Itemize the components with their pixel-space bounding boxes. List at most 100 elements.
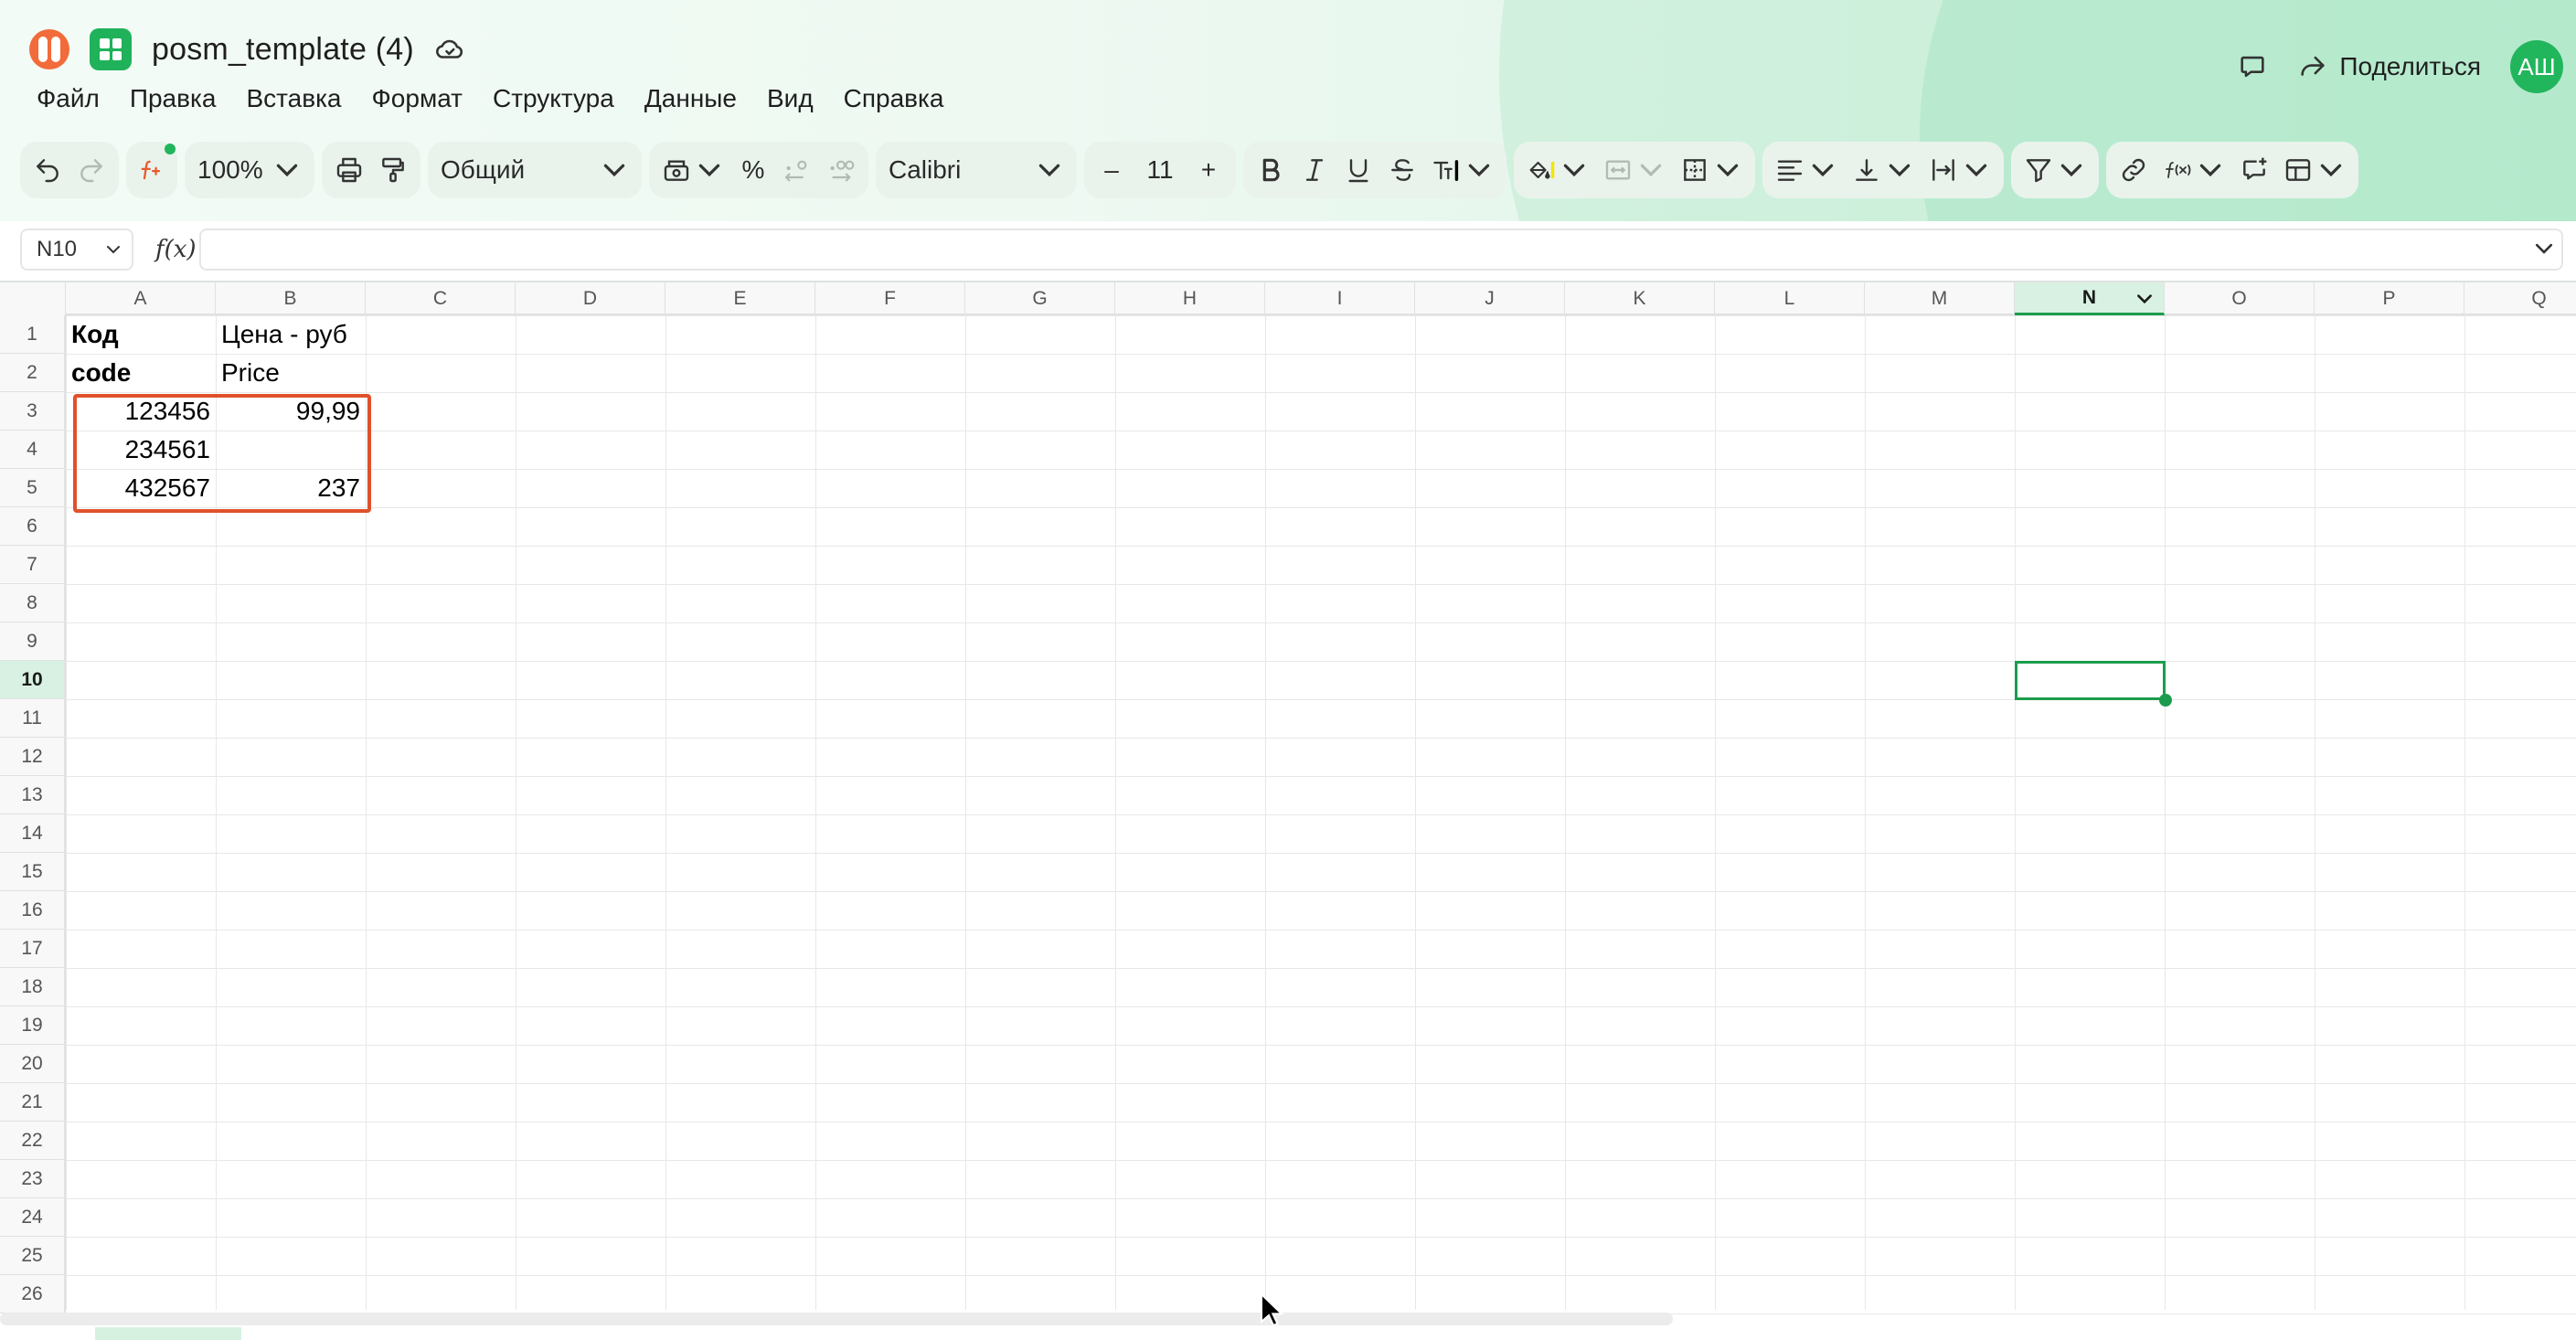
select-all-corner[interactable] (0, 282, 66, 315)
cloud-saved-icon[interactable] (434, 34, 465, 65)
insert-link-button[interactable] (2115, 149, 2152, 191)
cell-b2[interactable]: Price (216, 354, 366, 392)
column-header-b[interactable]: B (216, 282, 366, 315)
cell-b1[interactable]: Цена - руб (216, 315, 366, 354)
expand-formula-icon[interactable] (2532, 237, 2556, 261)
underline-button[interactable] (1340, 149, 1377, 191)
row-header-17[interactable]: 17 (0, 930, 66, 968)
column-header-f[interactable]: F (815, 282, 965, 315)
sheets-app-icon[interactable] (90, 28, 132, 70)
app-launcher-icon[interactable] (29, 29, 69, 69)
column-header-c[interactable]: C (366, 282, 516, 315)
row-header-13[interactable]: 13 (0, 776, 66, 814)
column-header-k[interactable]: K (1565, 282, 1715, 315)
horizontal-align-button[interactable] (1772, 149, 1841, 191)
fill-color-button[interactable] (1523, 149, 1592, 191)
row-header-24[interactable]: 24 (0, 1198, 66, 1237)
row-header-1[interactable]: 1 (0, 315, 66, 354)
ai-formula-button[interactable] (133, 149, 170, 191)
row-header-12[interactable]: 12 (0, 738, 66, 776)
horizontal-scrollbar[interactable] (0, 1313, 1673, 1325)
borders-button[interactable] (1677, 149, 1746, 191)
text-wrap-button[interactable] (1925, 149, 1995, 191)
row-header-3[interactable]: 3 (0, 392, 66, 431)
column-menu-chevron-icon[interactable] (2134, 289, 2155, 309)
row-header-11[interactable]: 11 (0, 699, 66, 738)
row-header-19[interactable]: 19 (0, 1006, 66, 1045)
font-size-value[interactable]: 11 (1137, 149, 1183, 191)
column-header-g[interactable]: G (965, 282, 1115, 315)
font-size-decrease-button[interactable]: – (1093, 149, 1130, 191)
menu-structure[interactable]: Структура (493, 84, 614, 113)
row-header-22[interactable]: 22 (0, 1122, 66, 1160)
column-header-d[interactable]: D (516, 282, 665, 315)
percent-format-button[interactable]: % (735, 149, 772, 191)
row-header-16[interactable]: 16 (0, 891, 66, 930)
column-header-i[interactable]: I (1265, 282, 1415, 315)
menu-format[interactable]: Формат (372, 84, 463, 113)
font-size-increase-button[interactable]: + (1190, 149, 1227, 191)
row-header-23[interactable]: 23 (0, 1160, 66, 1198)
row-header-2[interactable]: 2 (0, 354, 66, 392)
column-header-q[interactable]: Q (2464, 282, 2576, 315)
row-header-10[interactable]: 10 (0, 661, 66, 699)
currency-format-button[interactable] (658, 149, 728, 191)
number-format-select[interactable]: Общий (437, 149, 633, 191)
row-header-21[interactable]: 21 (0, 1083, 66, 1122)
fill-handle[interactable] (2159, 694, 2172, 707)
print-button[interactable] (331, 149, 367, 191)
sheet-tab[interactable] (95, 1327, 241, 1340)
row-header-7[interactable]: 7 (0, 546, 66, 584)
menu-data[interactable]: Данные (644, 84, 737, 113)
increase-decimal-button[interactable] (823, 149, 859, 191)
insert-comment-button[interactable] (2236, 149, 2273, 191)
row-header-4[interactable]: 4 (0, 431, 66, 469)
row-header-8[interactable]: 8 (0, 584, 66, 622)
column-header-h[interactable]: H (1115, 282, 1265, 315)
row-header-25[interactable]: 25 (0, 1237, 66, 1275)
insert-function-button[interactable] (2159, 149, 2229, 191)
document-title[interactable]: posm_template (4) (152, 32, 414, 68)
column-header-o[interactable]: O (2165, 282, 2315, 315)
insert-table-button[interactable] (2280, 149, 2349, 191)
cell-a2[interactable]: code (66, 354, 216, 392)
cell-a1[interactable]: Код (66, 315, 216, 354)
active-cell-selection[interactable] (2015, 661, 2166, 700)
column-header-n[interactable]: N (2015, 282, 2165, 315)
row-header-9[interactable]: 9 (0, 622, 66, 661)
row-header-20[interactable]: 20 (0, 1045, 66, 1083)
user-avatar[interactable]: АШ (2510, 40, 2563, 93)
row-header-6[interactable]: 6 (0, 507, 66, 546)
strikethrough-button[interactable] (1384, 149, 1421, 191)
column-header-e[interactable]: E (665, 282, 815, 315)
menu-file[interactable]: Файл (37, 84, 100, 113)
text-color-button[interactable] (1428, 149, 1497, 191)
row-header-5[interactable]: 5 (0, 469, 66, 507)
column-header-a[interactable]: A (66, 282, 216, 315)
name-box[interactable]: N10 (20, 229, 133, 271)
merge-cells-button[interactable] (1600, 149, 1669, 191)
row-header-26[interactable]: 26 (0, 1275, 66, 1313)
menu-edit[interactable]: Правка (130, 84, 217, 113)
row-header-14[interactable]: 14 (0, 814, 66, 853)
column-header-m[interactable]: M (1865, 282, 2015, 315)
decrease-decimal-button[interactable] (779, 149, 815, 191)
menu-view[interactable]: Вид (767, 84, 814, 113)
font-family-select[interactable]: Calibri (885, 149, 1068, 191)
menu-insert[interactable]: Вставка (246, 84, 341, 113)
comments-icon[interactable] (2237, 51, 2268, 82)
column-header-l[interactable]: L (1715, 282, 1865, 315)
row-header-18[interactable]: 18 (0, 968, 66, 1006)
menu-help[interactable]: Справка (844, 84, 944, 113)
formula-input[interactable] (199, 229, 2563, 271)
column-header-j[interactable]: J (1415, 282, 1565, 315)
zoom-select[interactable]: 100% (194, 149, 305, 191)
italic-button[interactable] (1296, 149, 1333, 191)
column-header-p[interactable]: P (2315, 282, 2464, 315)
bold-button[interactable] (1252, 149, 1289, 191)
filter-button[interactable] (2020, 149, 2090, 191)
vertical-align-button[interactable] (1848, 149, 1918, 191)
paint-format-button[interactable] (375, 149, 411, 191)
redo-button[interactable] (73, 149, 110, 191)
row-header-15[interactable]: 15 (0, 853, 66, 891)
